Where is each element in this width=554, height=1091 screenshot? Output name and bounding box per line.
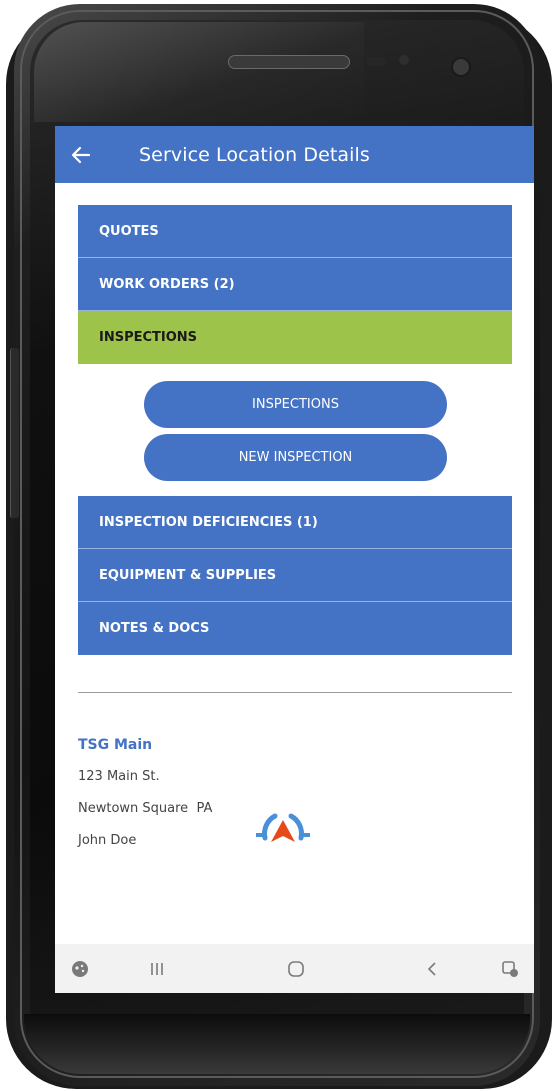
inspections-button[interactable]: INSPECTIONS [144,381,447,428]
new-inspection-button[interactable]: NEW INSPECTION [144,434,447,481]
proximity-sensor [366,57,386,66]
menu-item-notes-docs[interactable]: NOTES & DOCS [78,602,512,655]
arrow-left-icon-glyph [71,146,91,163]
inspections-button-label: INSPECTIONS [252,397,339,412]
menu-item-equipment-supplies[interactable]: EQUIPMENT & SUPPLIES [78,549,512,602]
menu-item-label: QUOTES [99,223,159,239]
front-camera [451,57,471,77]
menu-item-quotes[interactable]: QUOTES [78,205,512,258]
menu-item-label: WORK ORDERS (2) [99,276,235,292]
app-bar: Service Location Details [55,126,534,183]
home-icon[interactable] [279,944,313,993]
game-launcher-icon[interactable] [66,944,94,993]
page-title: Service Location Details [139,143,370,166]
menu-bottom: INSPECTION DEFICIENCIES (1) EQUIPMENT & … [78,496,512,655]
menu-item-inspection-deficiencies[interactable]: INSPECTION DEFICIENCIES (1) [78,496,512,549]
app-logo-icon [256,813,310,842]
location-contact: John Doe [78,833,137,848]
recent-apps-glyph [151,962,163,975]
side-button [10,348,19,518]
arrow-left-icon[interactable] [55,126,107,183]
menu-item-inspections[interactable]: INSPECTIONS [78,311,512,364]
speaker-grille [228,55,350,69]
device-chin [24,1014,530,1074]
system-nav-bar [55,944,534,993]
recent-apps-icon[interactable] [140,944,174,993]
menu-item-label: NOTES & DOCS [99,621,210,636]
device-gloss [34,22,364,122]
location-name: TSG Main [78,737,153,753]
menu-item-label: INSPECTIONS [99,330,198,345]
screenshot-edit-glyph [502,960,518,977]
menu-item-work-orders[interactable]: WORK ORDERS (2) [78,258,512,311]
menu-item-label: INSPECTION DEFICIENCIES (1) [99,514,318,530]
menu-top: QUOTES WORK ORDERS (2) INSPECTIONS [78,205,512,364]
home-glyph [288,960,304,977]
divider [78,692,512,693]
back-chevron-glyph [427,961,436,976]
menu-item-label: EQUIPMENT & SUPPLIES [99,567,277,583]
screenshot-edit-icon[interactable] [495,944,525,993]
location-city-state: Newtown Square PA [78,801,213,816]
game-launcher-glyph [72,960,88,977]
new-inspection-button-label: NEW INSPECTION [238,450,353,465]
screen: Service Location Details QUOTES WORK ORD… [55,126,534,993]
light-sensor [399,55,409,65]
location-street: 123 Main St. [78,769,160,784]
back-chevron-icon[interactable] [415,944,449,993]
